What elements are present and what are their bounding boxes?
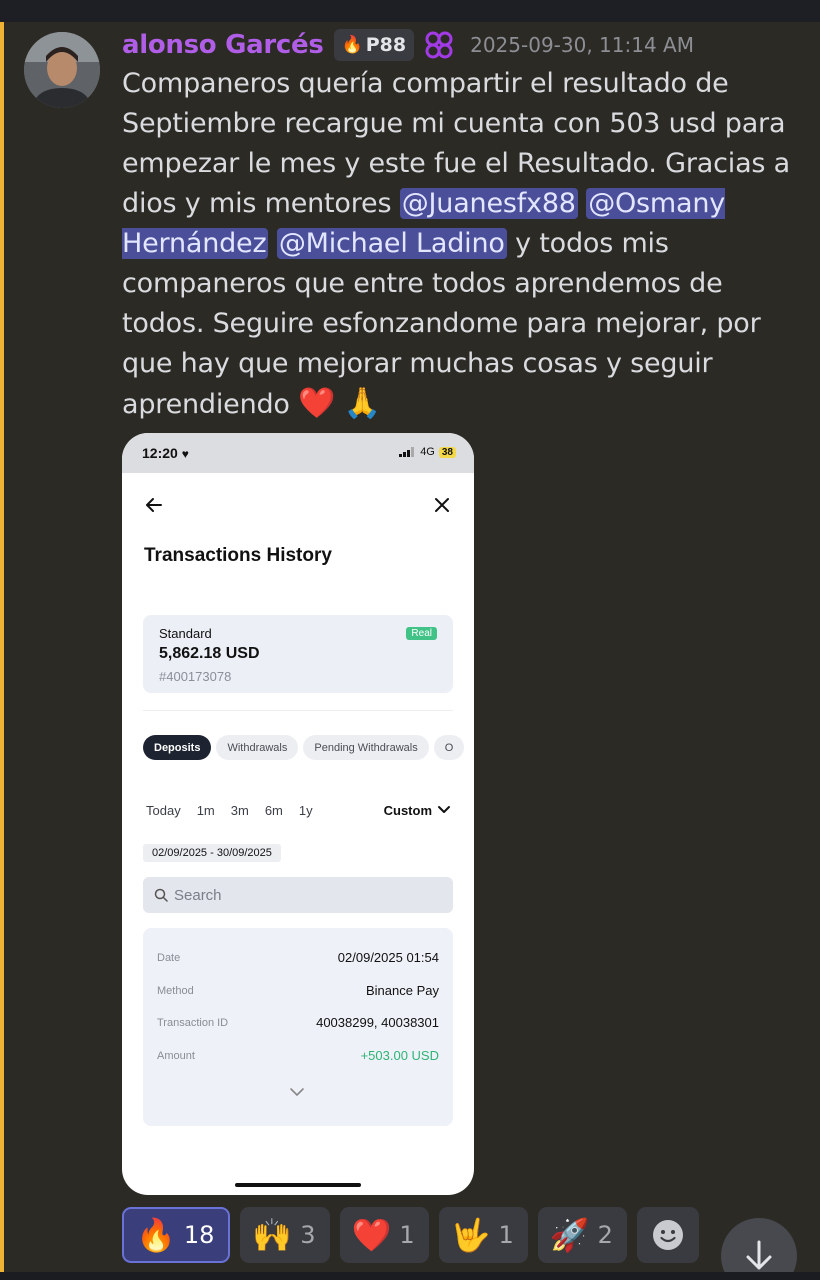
tx-method-row: Method Binance Pay — [157, 983, 439, 998]
account-balance: 5,862.18 USD — [159, 645, 260, 662]
tx-date-label: Date — [157, 951, 181, 964]
fire-emoji: 🔥 — [136, 1216, 176, 1254]
search-icon — [154, 888, 168, 902]
avatar[interactable] — [24, 32, 100, 108]
heart-emoji: ❤️ — [351, 1216, 392, 1254]
time-range-selector: Today 1m 3m 6m 1y Custom — [146, 802, 452, 818]
rocket-emoji: 🚀 — [549, 1216, 590, 1254]
tx-id-row: Transaction ID 40038299, 40038301 — [157, 1015, 439, 1030]
home-indicator — [235, 1183, 361, 1187]
page-title: Transactions History — [144, 545, 332, 566]
username[interactable]: alonso Garcés — [122, 30, 324, 60]
range-3m[interactable]: 3m — [231, 803, 249, 818]
tab-deposits[interactable]: Deposits — [143, 735, 212, 760]
message-text: Companeros quería compartir el resultado… — [122, 64, 798, 425]
reaction-count: 1 — [498, 1221, 514, 1249]
tab-pending-withdrawals[interactable]: Pending Withdrawals — [303, 735, 429, 760]
range-1m[interactable]: 1m — [197, 803, 215, 818]
divider — [143, 710, 453, 711]
add-reaction-button[interactable] — [636, 1207, 699, 1263]
reaction-heart[interactable]: ❤️ 1 — [339, 1207, 429, 1263]
expand-chevron-icon[interactable] — [289, 1086, 305, 1098]
range-today[interactable]: Today — [146, 803, 181, 818]
mention-juanesfx88[interactable]: @Juanesfx88 — [399, 188, 578, 219]
smiley-icon — [652, 1220, 683, 1250]
phone-status-bar: 12:20 ♥ 4G 38 — [122, 433, 474, 473]
server-tag[interactable]: 🔥 P88 — [333, 29, 415, 61]
pray-emoji: 🙏 — [343, 386, 381, 421]
range-custom[interactable]: Custom — [384, 802, 452, 818]
server-tag-label: P88 — [365, 34, 407, 56]
arrow-down-icon — [746, 1240, 772, 1270]
mention-michael[interactable]: @Michael Ladino — [276, 228, 507, 259]
account-card[interactable]: Standard Real 5,862.18 USD #400173078 — [143, 615, 453, 693]
timestamp: 2025-09-30, 11:14 AM — [470, 33, 694, 57]
account-type: Standard — [159, 626, 212, 641]
heart-emoji: ❤️ — [298, 386, 336, 421]
range-1y[interactable]: 1y — [299, 803, 313, 818]
status-time: 12:20 ♥ — [142, 445, 189, 461]
account-badge: Real — [406, 627, 437, 640]
love-you-gesture-emoji: 🤟 — [450, 1216, 491, 1254]
tab-other[interactable]: O — [433, 735, 465, 760]
reactions-bar: 🔥 18 🙌 3 ❤️ 1 🤟 1 🚀 2 — [122, 1207, 709, 1263]
bottom-bar — [0, 1272, 820, 1280]
raised-hands-emoji: 🙌 — [252, 1216, 293, 1254]
reaction-count: 18 — [183, 1221, 215, 1249]
search-placeholder: Search — [174, 886, 222, 904]
tx-id-label: Transaction ID — [157, 1016, 229, 1029]
reaction-rocket[interactable]: 🚀 2 — [537, 1207, 627, 1263]
tx-method-value: Binance Pay — [366, 983, 439, 998]
tx-date-value: 02/09/2025 01:54 — [337, 950, 439, 965]
range-6m[interactable]: 6m — [265, 803, 283, 818]
heart-icon: ♥ — [181, 447, 189, 461]
highlight-bar — [0, 22, 4, 1272]
battery-level: 38 — [438, 446, 456, 458]
reaction-raised-hands[interactable]: 🙌 3 — [240, 1207, 330, 1263]
attached-screenshot[interactable]: 12:20 ♥ 4G 38 Transactions History Stand… — [122, 433, 474, 1195]
transaction-tabs: Deposits Withdrawals Pending Withdrawals… — [143, 735, 469, 760]
tx-amount-row: Amount +503.00 USD — [157, 1048, 439, 1063]
message-header: alonso Garcés 🔥 P88 2025-09-30, 11:14 AM — [122, 28, 694, 62]
top-bar — [0, 0, 820, 22]
reaction-fire[interactable]: 🔥 18 — [122, 1207, 231, 1263]
search-input[interactable]: Search — [143, 877, 453, 913]
clover-icon[interactable] — [424, 30, 454, 60]
reaction-love-you-gesture[interactable]: 🤟 1 — [438, 1207, 528, 1263]
range-custom-label: Custom — [383, 802, 432, 818]
scroll-to-bottom-button[interactable] — [721, 1218, 797, 1280]
back-arrow-icon[interactable] — [144, 495, 164, 515]
close-icon[interactable] — [432, 495, 452, 515]
reaction-count: 3 — [300, 1221, 316, 1249]
tx-amount-value: +503.00 USD — [360, 1048, 439, 1063]
tx-date-row: Date 02/09/2025 01:54 — [157, 950, 439, 965]
date-range-chip[interactable]: 02/09/2025 - 30/09/2025 — [143, 844, 281, 862]
chevron-down-icon — [438, 806, 450, 813]
transaction-card[interactable]: Date 02/09/2025 01:54 Method Binance Pay… — [143, 928, 453, 1126]
account-number: #400173078 — [159, 669, 232, 684]
reaction-count: 2 — [597, 1221, 613, 1249]
tx-method-label: Method — [157, 984, 194, 997]
tx-amount-label: Amount — [157, 1049, 195, 1062]
status-time-text: 12:20 — [142, 445, 178, 461]
tx-id-value: 40038299, 40038301 — [316, 1015, 439, 1030]
signal-icon — [399, 447, 415, 457]
flame-icon: 🔥 — [341, 35, 363, 55]
status-indicators: 4G 38 — [399, 446, 456, 458]
tab-withdrawals[interactable]: Withdrawals — [216, 735, 299, 760]
network-type: 4G — [420, 446, 435, 458]
reaction-count: 1 — [399, 1221, 415, 1249]
